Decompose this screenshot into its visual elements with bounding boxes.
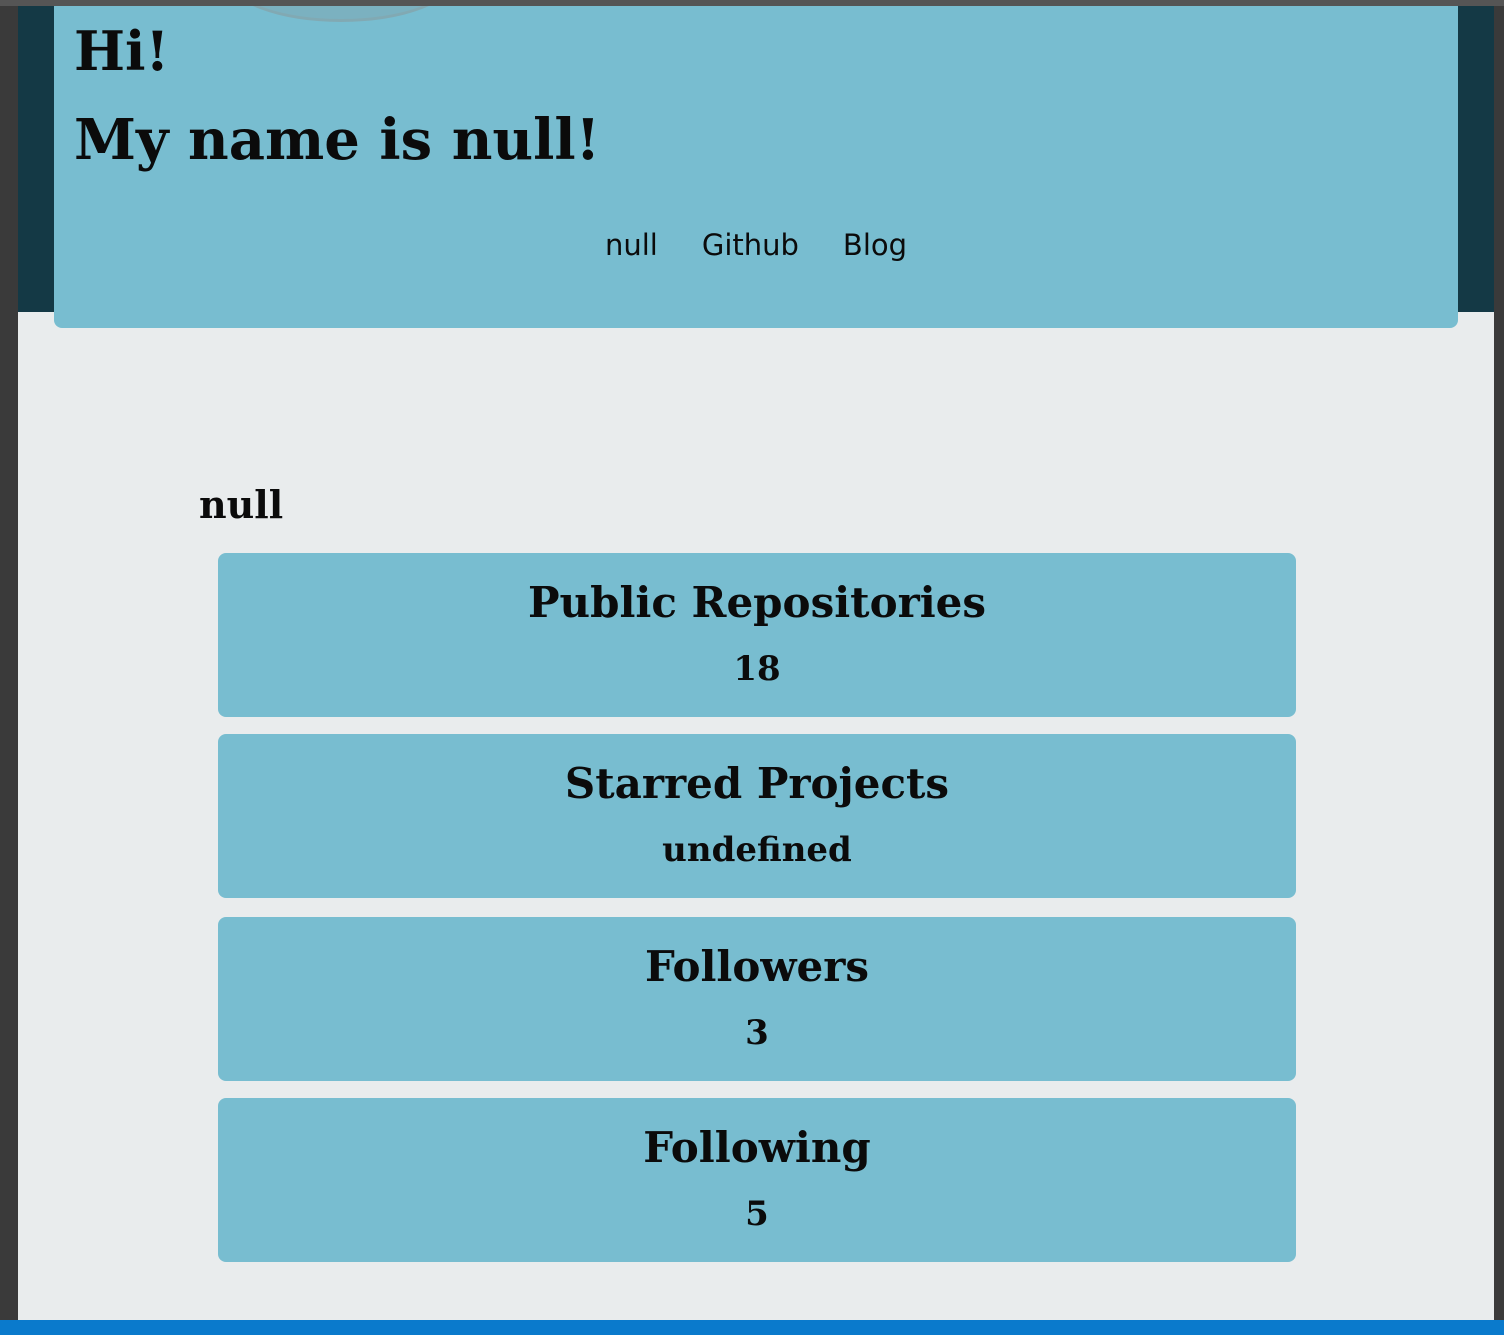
status-bar <box>0 1320 1504 1335</box>
page-content: Hi! My name is null! null Github Blog nu… <box>18 6 1494 1320</box>
stat-card-following: Following 5 <box>218 1098 1296 1262</box>
stat-value: 3 <box>745 1013 769 1053</box>
stat-value: undefined <box>662 830 852 870</box>
stat-title: Public Repositories <box>527 578 987 627</box>
greeting-heading: Hi! <box>74 19 170 83</box>
stat-value: 5 <box>745 1194 769 1234</box>
nav-link-blog[interactable]: Blog <box>843 228 907 262</box>
stat-card-followers: Followers 3 <box>218 917 1296 1081</box>
stat-title: Starred Projects <box>564 759 950 808</box>
nav-link-name[interactable]: null <box>605 228 658 262</box>
avatar <box>228 6 454 22</box>
header-card: Hi! My name is null! null Github Blog <box>54 6 1458 328</box>
name-heading: My name is null! <box>74 107 601 173</box>
stat-value: 18 <box>733 649 781 689</box>
nav-link-github[interactable]: Github <box>702 228 799 262</box>
stat-card-starred-projects: Starred Projects undefined <box>218 734 1296 898</box>
username-heading: null <box>199 482 284 527</box>
stat-card-public-repositories: Public Repositories 18 <box>218 553 1296 717</box>
stat-title: Following <box>643 1123 871 1172</box>
stat-title: Followers <box>644 942 870 991</box>
header-nav: null Github Blog <box>54 228 1458 262</box>
